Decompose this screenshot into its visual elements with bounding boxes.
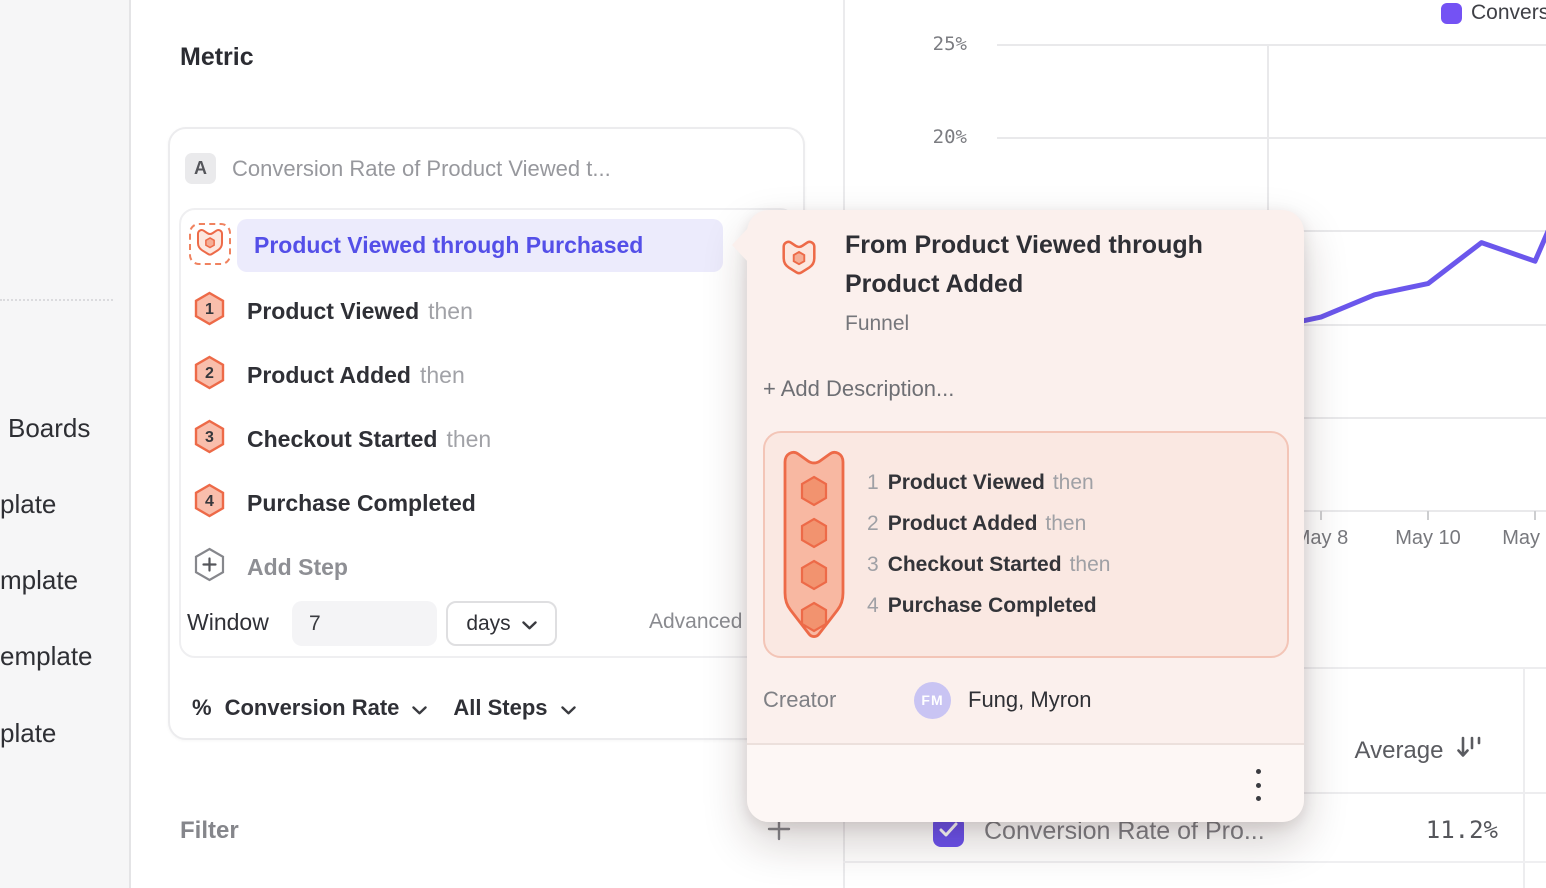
add-description-button[interactable]: + Add Description... <box>763 376 954 402</box>
window-label: Window <box>187 609 269 636</box>
funnel-type-icon-button[interactable] <box>189 223 231 265</box>
series-row: A Conversion Rate of Product Viewed t... <box>185 153 611 184</box>
metric-section-title: Metric <box>180 43 254 72</box>
series-badge: A <box>185 153 216 184</box>
measure-symbol: % <box>192 695 212 721</box>
step-number-hexagon-icon: 4 <box>194 483 225 523</box>
popover-step-then: then <box>1045 512 1086 536</box>
filter-section: Filter <box>180 812 792 850</box>
steps-scope-value: All Steps <box>453 695 547 721</box>
metric-card: A Conversion Rate of Product Viewed t...… <box>168 127 805 740</box>
svg-text:1: 1 <box>205 301 214 318</box>
measure-type-dropdown[interactable]: Conversion Rate <box>225 695 428 721</box>
sidebar-item-plate[interactable]: plate <box>0 709 56 757</box>
creator-label: Creator <box>763 687 914 713</box>
funnel-details-popover: From Product Viewed through Product Adde… <box>747 210 1304 822</box>
popover-step-number: 2 <box>867 512 879 536</box>
table-column-divider <box>1523 667 1525 888</box>
funnel-step-row[interactable]: 3 Checkout Started then <box>194 407 491 471</box>
funnel-preview-card: 1Product Viewedthen2Product Addedthen3Ch… <box>763 431 1289 658</box>
add-step-button[interactable]: Add Step <box>194 535 348 599</box>
average-column-header[interactable]: Average <box>1330 730 1510 772</box>
funnel-events-card: Product Viewed through Purchased 1 Produc… <box>179 208 796 658</box>
funnel-icon <box>780 238 818 280</box>
sidebar-item-emplate[interactable]: emplate <box>0 633 93 681</box>
sidebar-divider <box>0 299 113 301</box>
popover-step-number: 1 <box>867 471 879 495</box>
popover-step-then: then <box>1053 471 1094 495</box>
popover-footer <box>747 743 1304 822</box>
sidebar-item-boards[interactable]: Boards <box>0 404 90 452</box>
funnel-steps-list: 1 Product Viewed then 2 Product Added then 3 Ch… <box>194 279 491 535</box>
step-event-name: Product Added <box>247 362 411 389</box>
step-number-hexagon-icon: 2 <box>194 355 225 395</box>
more-options-button[interactable] <box>1251 769 1265 801</box>
svg-text:3: 3 <box>205 429 214 446</box>
x-axis-tick-label: May 10 <box>1375 527 1481 550</box>
sidebar-item-mplate[interactable]: mplate <box>0 557 78 605</box>
popover-step-name: Product Viewed <box>888 471 1045 495</box>
step-number-hexagon-icon: 3 <box>194 419 225 459</box>
popover-step-name: Product Added <box>888 512 1038 536</box>
funnel-step-row[interactable]: 1 Product Viewed then <box>194 279 491 343</box>
popover-step-row: 1 Product Viewed then <box>867 462 1110 503</box>
svg-text:2: 2 <box>205 365 214 382</box>
creator-avatar: FM <box>914 682 951 719</box>
funnel-step-row[interactable]: 4 Purchase Completed <box>194 471 491 535</box>
funnel-step-row[interactable]: 2 Product Added then <box>194 343 491 407</box>
popover-arrow <box>732 228 748 262</box>
popover-steps-list: 1Product Viewedthen2Product Addedthen3Ch… <box>867 462 1110 626</box>
add-step-hexagon-plus-icon <box>194 547 225 587</box>
window-unit-select[interactable]: days <box>446 601 557 646</box>
chevron-down-icon <box>561 695 576 721</box>
step-event-name: Checkout Started <box>247 426 437 453</box>
step-then-label: then <box>420 362 465 389</box>
step-event-name: Product Viewed <box>247 298 419 325</box>
creator-name: Fung, Myron <box>968 687 1092 713</box>
popover-step-row: 3 Checkout Started then <box>867 544 1110 585</box>
step-then-label: then <box>446 426 491 453</box>
popover-step-row: 2 Product Added then <box>867 503 1110 544</box>
popover-type-label: Funnel <box>845 312 909 336</box>
step-then-label: then <box>428 298 473 325</box>
window-value-input[interactable]: 7 <box>292 601 437 646</box>
funnel-analysis-screen: Boards plate mplate emplate plate Metric A C… <box>0 0 1546 888</box>
measure-type-value: Conversion Rate <box>225 695 400 721</box>
sidebar-item-plate[interactable]: plate <box>0 480 56 528</box>
svg-text:4: 4 <box>205 493 214 510</box>
steps-scope-dropdown[interactable]: All Steps <box>453 695 575 721</box>
popover-step-then: then <box>1070 553 1111 577</box>
series-title[interactable]: Conversion Rate of Product Viewed t... <box>232 156 611 182</box>
row-average-value: 11.2% <box>1300 816 1498 844</box>
step-number-hexagon-icon: 1 <box>194 291 225 331</box>
creator-row: Creator FM Fung, Myron <box>763 680 1092 720</box>
measure-row: % Conversion Rate All Steps <box>192 685 576 730</box>
x-axis-tick <box>1534 511 1536 520</box>
plus-icon <box>766 829 792 846</box>
sort-descending-icon <box>1455 735 1485 767</box>
advanced-link[interactable]: Advanced <box>649 610 742 634</box>
x-axis-tick-label: May 12 <box>1482 527 1546 550</box>
step-event-name: Purchase Completed <box>247 490 476 517</box>
chevron-down-icon <box>412 695 427 721</box>
checkmark-icon <box>939 822 958 842</box>
sidebar: Boards plate mplate emplate plate <box>0 0 131 888</box>
popover-step-name: Checkout Started <box>888 553 1062 577</box>
popover-step-row: 4 Purchase Completed <box>867 585 1110 626</box>
window-unit-value: days <box>466 612 510 636</box>
selected-funnel-pill[interactable]: Product Viewed through Purchased <box>237 219 723 272</box>
x-axis-tick <box>1320 511 1322 520</box>
x-axis-tick <box>1427 511 1429 520</box>
popover-step-number: 4 <box>867 594 879 618</box>
funnel-banner-icon <box>780 447 848 650</box>
popover-step-name: Purchase Completed <box>888 594 1097 618</box>
table-row-border <box>843 861 1546 863</box>
average-header-label: Average <box>1355 737 1444 765</box>
filter-section-title: Filter <box>180 817 239 845</box>
popover-step-number: 3 <box>867 553 879 577</box>
popover-title: From Product Viewed through Product Adde… <box>845 226 1281 304</box>
chevron-down-icon <box>522 612 537 636</box>
funnel-icon <box>195 227 225 261</box>
window-row: Window 7 days Advanced <box>187 601 787 646</box>
